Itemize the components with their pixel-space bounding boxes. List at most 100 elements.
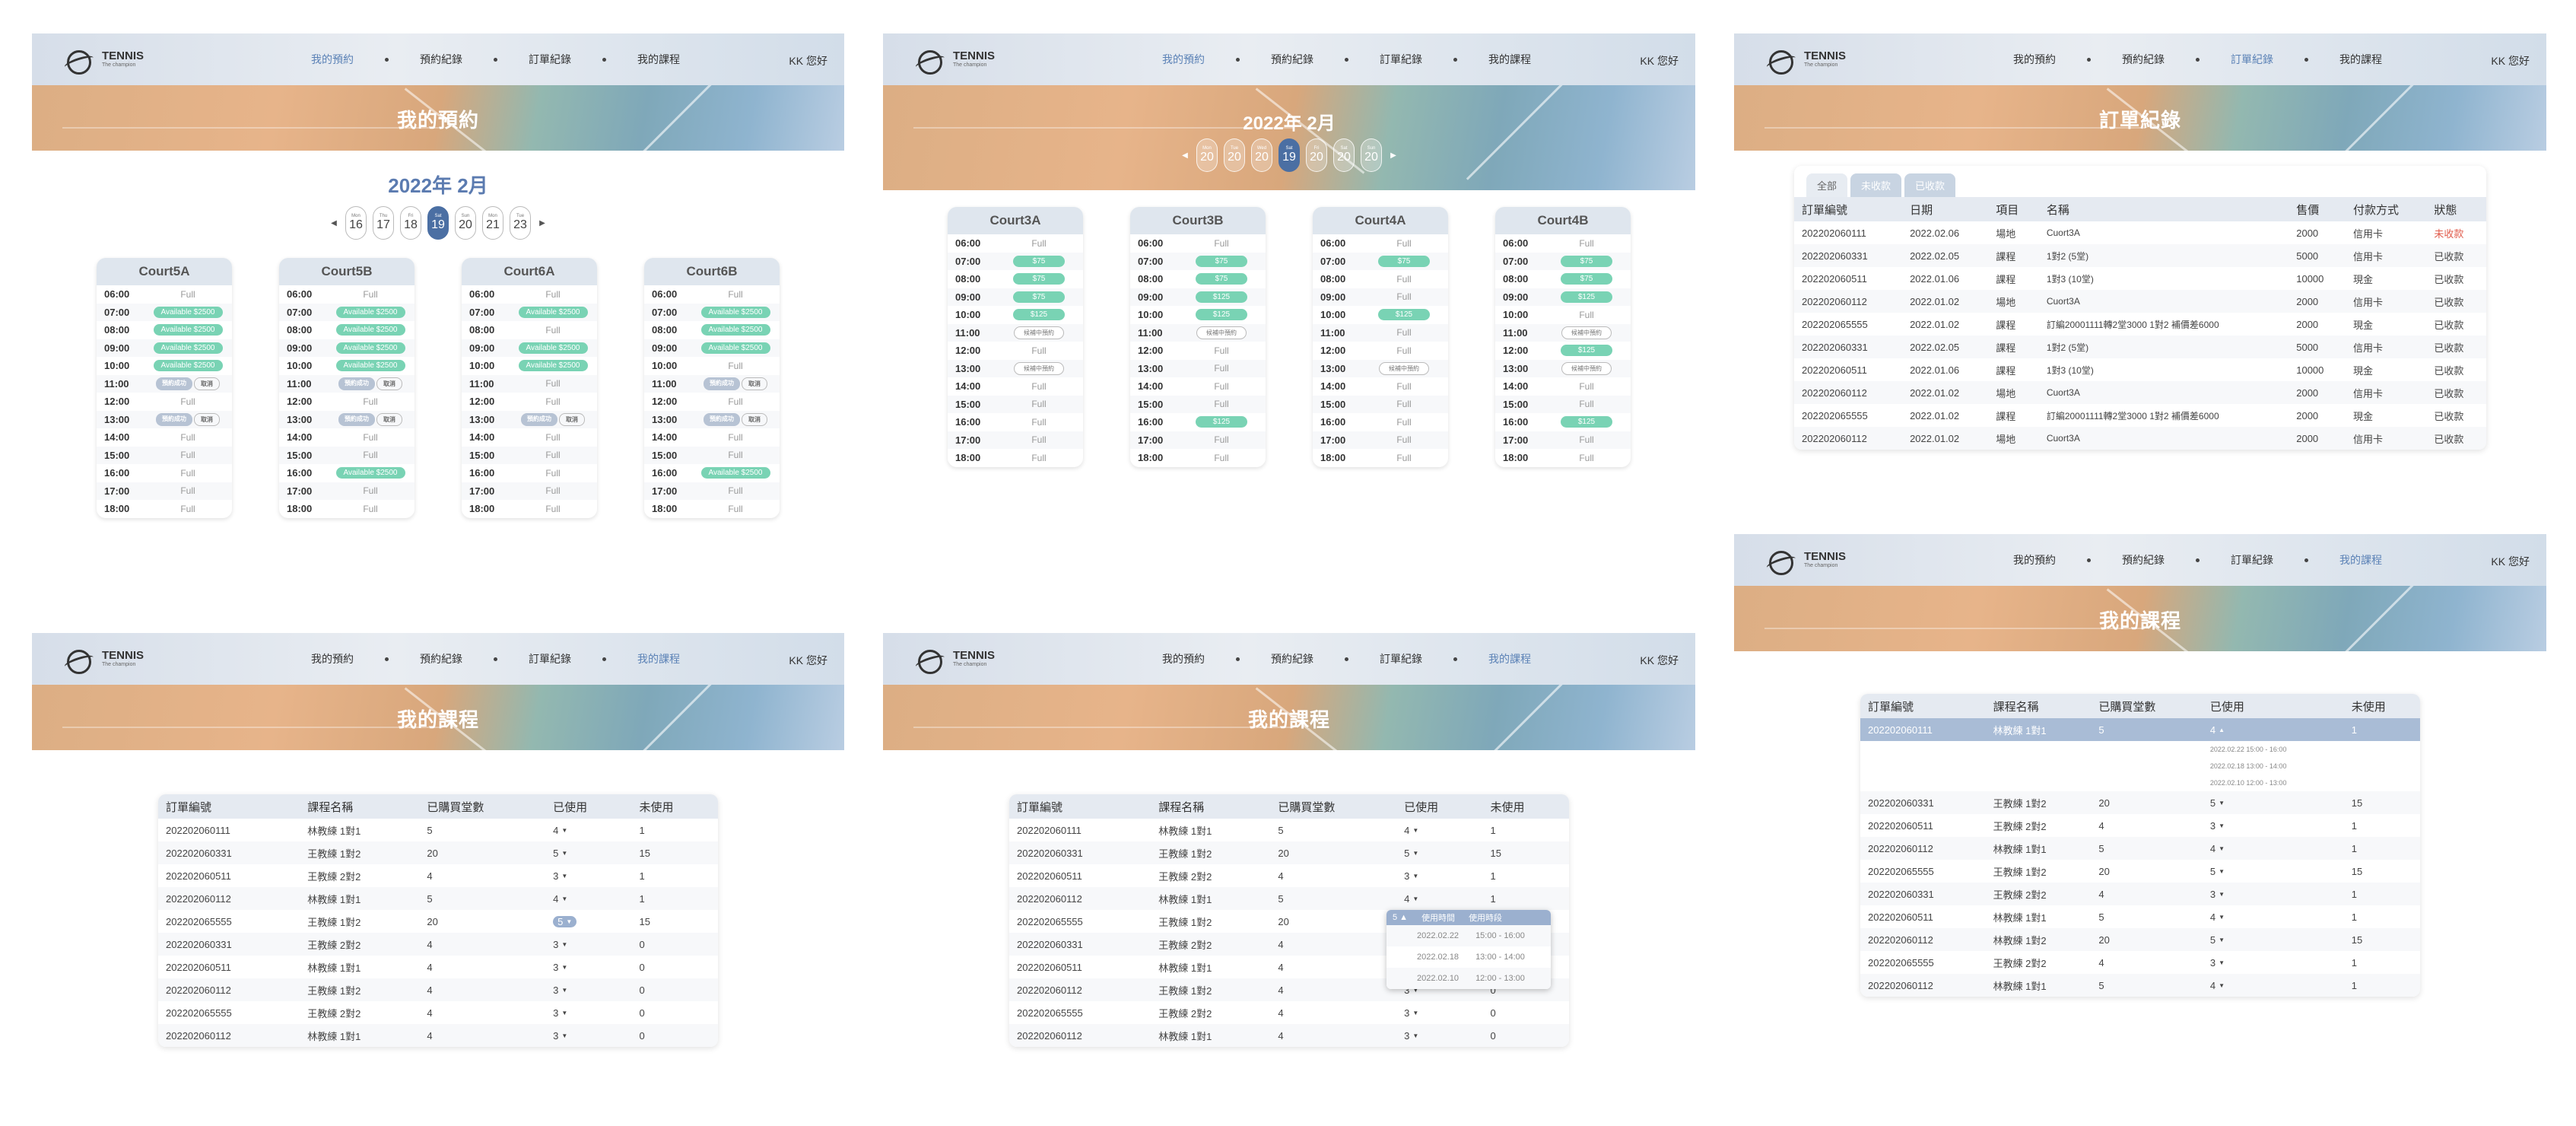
- date-chip[interactable]: Sat 20: [1333, 138, 1355, 172]
- available-slot-button[interactable]: Available $2500: [335, 342, 405, 354]
- date-chip[interactable]: Sun 20: [455, 206, 476, 240]
- table-row[interactable]: 202202060511 2022.01.06 課程 1對3 (10堂) 10000 現金…: [1794, 358, 2486, 381]
- date-chip[interactable]: Sat 19: [1278, 138, 1300, 172]
- logo[interactable]: TENNIS The champion: [915, 647, 995, 674]
- table-row[interactable]: 202202060112 林教練 1對1 5 4 ▼ 1: [1009, 887, 1569, 910]
- table-row[interactable]: 202202060331 王教練 2對2 4 3▼ 0: [158, 933, 718, 956]
- user-greeting[interactable]: KK 您好: [1640, 653, 1679, 668]
- table-row[interactable]: 202202060112 林教練 1對1 5 4 ▼ 1: [1860, 837, 2420, 860]
- menu-item-4[interactable]: 我的課程: [1457, 651, 1562, 666]
- logo[interactable]: TENNIS The champion: [915, 47, 995, 75]
- price-slot-button[interactable]: $125: [1561, 291, 1612, 303]
- available-slot-button[interactable]: Available $2500: [335, 467, 405, 479]
- used-count-dropdown[interactable]: 5▼: [553, 915, 577, 927]
- logo[interactable]: TENNIS The champion: [64, 47, 144, 75]
- menu-item-2[interactable]: 預約紀錄: [389, 651, 494, 666]
- available-slot-button[interactable]: Available $2500: [700, 324, 770, 336]
- price-slot-button[interactable]: $75: [1013, 273, 1065, 285]
- used-count-dropdown[interactable]: 5▼: [2210, 934, 2225, 946]
- order-tab[interactable]: 全部: [1806, 173, 1848, 197]
- waitlist-button[interactable]: 候補中預約: [1379, 361, 1429, 375]
- waitlist-button[interactable]: 候補中預約: [1014, 326, 1064, 339]
- used-count-dropdown[interactable]: 3▼: [1404, 1030, 1418, 1042]
- table-row[interactable]: 202202060112 林教練 1對2 20 5 ▼ 15: [1860, 928, 2420, 951]
- used-count-dropdown[interactable]: 4 ▼: [2210, 980, 2225, 991]
- available-slot-button[interactable]: Available $2500: [518, 360, 588, 372]
- menu-item-3[interactable]: 訂單紀錄: [2200, 552, 2304, 568]
- used-count-dropdown[interactable]: 4 ▼: [553, 825, 567, 836]
- waitlist-button[interactable]: 候補中預約: [1196, 326, 1247, 339]
- cancel-button[interactable]: 取消: [194, 377, 220, 390]
- table-row[interactable]: 202202060331 2022.02.05 課程 1對2 (5堂) 5000 信用卡已…: [1794, 244, 2486, 267]
- table-row[interactable]: 202202065555 2022.01.02 課程 訂編20001111轉2堂300…: [1794, 404, 2486, 427]
- available-slot-button[interactable]: Available $2500: [335, 306, 405, 318]
- menu-item-2[interactable]: 預約紀錄: [1240, 52, 1345, 67]
- menu-item-3[interactable]: 訂單紀錄: [1348, 651, 1453, 666]
- waitlist-button[interactable]: 候補中預約: [1561, 326, 1612, 339]
- date-chip[interactable]: Wed 20: [1251, 138, 1272, 172]
- used-count-dropdown[interactable]: 3▼: [2210, 957, 2225, 969]
- date-chip[interactable]: Fri 18: [400, 206, 421, 240]
- menu-item-4[interactable]: 我的課程: [1457, 52, 1562, 67]
- table-row[interactable]: 202202060112 林教練 1對1 5 4 ▼ 1: [1860, 974, 2420, 997]
- menu-item-2[interactable]: 預約紀錄: [2091, 552, 2196, 568]
- order-tab[interactable]: 已收款: [1904, 173, 1956, 197]
- used-count-dropdown[interactable]: 3▼: [553, 870, 567, 882]
- used-count-dropdown[interactable]: 3▼: [1404, 870, 1418, 882]
- table-row[interactable]: 202202060112 2022.01.02 場地 Cuort3A 2000 信用卡 已收…: [1794, 290, 2486, 313]
- price-slot-button[interactable]: $125: [1013, 309, 1065, 321]
- table-row[interactable]: 202202060511 林教練 1對1 5 4 ▼ 1: [1860, 905, 2420, 928]
- available-slot-button[interactable]: Available $2500: [700, 467, 770, 479]
- price-slot-button[interactable]: $125: [1378, 309, 1430, 321]
- used-count-dropdown[interactable]: 3▼: [553, 962, 567, 973]
- table-row[interactable]: 202202060331 王教練 2對2 4 3 ▼ 1: [1860, 883, 2420, 905]
- price-slot-button[interactable]: $125: [1196, 309, 1247, 321]
- table-row[interactable]: 202202065555 王教練 1對2 20 5▼ 15: [158, 910, 718, 933]
- date-chip[interactable]: Mon 21: [482, 206, 503, 240]
- user-greeting[interactable]: KK 您好: [789, 653, 827, 668]
- cancel-button[interactable]: 取消: [194, 412, 220, 426]
- date-chip[interactable]: Tue 23: [510, 206, 531, 240]
- waitlist-button[interactable]: 候補中預約: [1014, 361, 1064, 375]
- used-count-dropdown[interactable]: 5▼: [2210, 797, 2225, 809]
- used-count-dropdown[interactable]: 5▼: [2210, 866, 2225, 877]
- menu-item-3[interactable]: 訂單紀錄: [2200, 52, 2304, 67]
- available-slot-button[interactable]: Available $2500: [153, 324, 223, 336]
- used-count-dropdown[interactable]: 3▼: [553, 984, 567, 996]
- user-greeting[interactable]: KK 您好: [789, 53, 827, 68]
- next-arrow-icon[interactable]: ▶: [537, 219, 548, 227]
- used-count-dropdown[interactable]: 4 ▼: [1404, 893, 1418, 905]
- table-row[interactable]: 202202060112 2022.01.02 場地 Cuort3A 2000 信用卡 已收…: [1794, 381, 2486, 404]
- waitlist-button[interactable]: 候補中預約: [1561, 361, 1612, 375]
- menu-item-3[interactable]: 訂單紀錄: [497, 651, 602, 666]
- menu-item-1[interactable]: 我的預約: [1131, 52, 1236, 67]
- table-row[interactable]: 202202065555 王教練 1對2 20 5▼ 15: [1860, 860, 2420, 883]
- table-row[interactable]: 202202060112 林教練 1對1 4 3 ▼ 0: [158, 1024, 718, 1047]
- used-count-dropdown[interactable]: 4 ▲: [2210, 724, 2225, 736]
- price-slot-button[interactable]: $75: [1378, 255, 1430, 267]
- available-slot-button[interactable]: Available $2500: [153, 306, 223, 318]
- cancel-button[interactable]: 取消: [742, 412, 767, 426]
- table-row[interactable]: 202202060511 2022.01.06 課程 1對3 (10堂) 10000 現金…: [1794, 267, 2486, 290]
- date-chip[interactable]: Tue 20: [1224, 138, 1245, 172]
- price-slot-button[interactable]: $125: [1561, 345, 1612, 357]
- table-row[interactable]: 202202065555 王教練 2對2 4 3 ▼ 0: [1009, 1001, 1569, 1024]
- cancel-button[interactable]: 取消: [742, 377, 767, 390]
- menu-item-1[interactable]: 我的預約: [1982, 52, 2087, 67]
- menu-item-2[interactable]: 預約紀錄: [1240, 651, 1345, 666]
- available-slot-button[interactable]: Available $2500: [518, 342, 588, 354]
- menu-item-1[interactable]: 我的預約: [1982, 552, 2087, 568]
- table-row[interactable]: 202202060112 林教練 1對1 4 3 ▼ 0: [1009, 1024, 1569, 1047]
- used-count-dropdown[interactable]: 3▼: [553, 939, 567, 950]
- table-row[interactable]: 202202060331 王教練 1對2 20 5 ▼ 15: [158, 841, 718, 864]
- table-row[interactable]: 202202060111 林教練 1對1 5 4 ▼ 1: [158, 819, 718, 841]
- used-count-dropdown[interactable]: 3▼: [553, 1030, 567, 1042]
- available-slot-button[interactable]: Available $2500: [153, 360, 223, 372]
- table-row[interactable]: 202202060112 王教練 1對2 4 3 ▼ 0: [158, 978, 718, 1001]
- menu-item-1[interactable]: 我的預約: [280, 52, 385, 67]
- logo[interactable]: TENNIS The champion: [64, 647, 144, 674]
- cancel-button[interactable]: 取消: [376, 412, 402, 426]
- price-slot-button[interactable]: $75: [1013, 291, 1065, 303]
- table-row[interactable]: 202202060511 林教練 1對1 4 3▼ 0: [158, 956, 718, 978]
- used-count-dropdown[interactable]: 3▼: [1404, 1007, 1418, 1019]
